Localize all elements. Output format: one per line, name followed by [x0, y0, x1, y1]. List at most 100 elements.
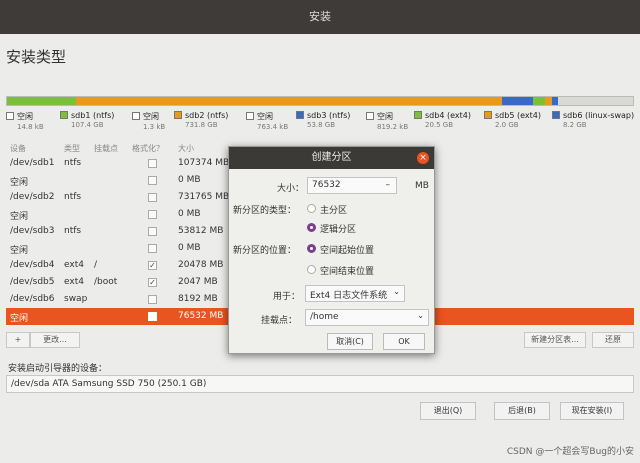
install-now-button[interactable]: 现在安装(I): [560, 402, 624, 420]
cell-type: ntfs: [64, 226, 82, 236]
back-button[interactable]: 后退(B): [494, 402, 550, 420]
cell-device: 空闲: [10, 246, 29, 256]
location-end-label: 空间结束位置: [320, 267, 375, 277]
use-as-select[interactable]: Ext4 日志文件系统 ⌄: [305, 285, 405, 302]
legend-item: sdb2 (ntfs) 731.8 GB: [174, 111, 228, 129]
legend-item: 空闲 14.8 kB: [6, 111, 44, 131]
chevron-down-icon: ⌄: [393, 287, 400, 296]
cell-type: ntfs: [64, 192, 82, 202]
legend-size: 14.8 kB: [17, 123, 44, 131]
cell-device: /dev/sdb1: [10, 158, 55, 168]
close-icon[interactable]: ×: [417, 152, 429, 164]
cell-device: 空闲: [10, 212, 29, 222]
cell-mount: /: [94, 260, 98, 270]
disk-legend: 空闲 14.8 kB sdb1 (ntfs) 107.4 GB 空闲 1.3 kB s…: [6, 111, 640, 145]
location-end-radio[interactable]: [307, 265, 316, 274]
format-checkbox[interactable]: [148, 159, 157, 168]
format-checkbox[interactable]: [148, 227, 157, 236]
dialog-title: 创建分区: [229, 147, 434, 169]
title-bar: 安装: [0, 0, 640, 34]
cell-size: 0 MB: [178, 175, 201, 185]
legend-swatch: [246, 112, 254, 120]
revert-button[interactable]: 还原: [592, 332, 634, 348]
legend-label: sdb4 (ext4): [425, 111, 471, 120]
installer-window: 安装 安装类型 空闲 14.8 kB sdb1 (ntfs) 107.4 GB 空闲…: [0, 0, 640, 463]
format-checkbox[interactable]: [148, 295, 157, 304]
mount-point-value: /home: [310, 312, 339, 322]
size-unit: MB: [415, 181, 429, 191]
cell-device: /dev/sdb3: [10, 226, 55, 236]
cell-size: 107374 MB: [178, 158, 230, 168]
legend-item: sdb6 (linux-swap) 8.2 GB: [552, 111, 634, 129]
cell-size: 8192 MB: [178, 294, 218, 304]
legend-swatch: [132, 112, 140, 120]
col-size: 大小: [178, 144, 194, 153]
window-title: 安装: [309, 10, 331, 23]
watermark-text: CSDN @一个超会写Bug的小安: [506, 447, 634, 457]
cell-device: 空闲: [10, 178, 29, 188]
add-partition-button[interactable]: +: [6, 332, 30, 348]
col-format: 格式化？: [132, 144, 164, 153]
format-checkbox[interactable]: [148, 210, 157, 219]
cell-device: /dev/sdb5: [10, 277, 55, 287]
legend-label: sdb2 (ntfs): [185, 111, 229, 120]
format-checkbox[interactable]: [148, 244, 157, 253]
cell-size: 76532 MB: [178, 311, 224, 321]
format-checkbox[interactable]: [148, 193, 157, 202]
cell-type: swap: [64, 294, 88, 304]
legend-size: 107.4 GB: [71, 121, 104, 129]
format-checkbox[interactable]: ✓: [148, 278, 157, 287]
legend-swatch: [174, 111, 182, 119]
primary-partition-radio[interactable]: [307, 204, 316, 213]
size-spin-button[interactable]: –: [386, 180, 391, 190]
seg-sdb3: [501, 97, 533, 105]
location-start-label: 空间起始位置: [320, 246, 375, 256]
col-type: 类型: [64, 144, 80, 153]
location-start-radio[interactable]: [307, 244, 316, 253]
legend-item: sdb5 (ext4) 2.0 GB: [484, 111, 541, 129]
legend-item: 空闲 819.2 kB: [366, 111, 408, 131]
legend-swatch: [296, 111, 304, 119]
legend-size: 763.4 kB: [257, 123, 289, 131]
cell-size: 53812 MB: [178, 226, 224, 236]
legend-swatch: [552, 111, 560, 119]
legend-size: 1.3 kB: [143, 123, 166, 131]
logical-partition-radio[interactable]: [307, 223, 316, 232]
new-partition-table-button[interactable]: 新建分区表...: [524, 332, 586, 348]
legend-item: 空闲 1.3 kB: [132, 111, 165, 131]
seg-sdb2: [75, 97, 502, 105]
legend-label: 空闲: [17, 112, 33, 121]
cell-size: 2047 MB: [178, 277, 218, 287]
mount-point-label: 挂载点：: [261, 316, 298, 326]
cell-device: /dev/sdb6: [10, 294, 55, 304]
cell-device: /dev/sdb4: [10, 260, 55, 270]
quit-button[interactable]: 退出(Q): [420, 402, 476, 420]
legend-label: 空闲: [377, 112, 393, 121]
format-checkbox[interactable]: ✓: [148, 261, 157, 270]
cancel-button[interactable]: 取消(C): [327, 333, 373, 350]
disk-usage-bar: [6, 96, 634, 106]
legend-size: 53.8 GB: [307, 121, 336, 129]
legend-swatch: [484, 111, 492, 119]
mount-point-combobox[interactable]: /home ⌄: [305, 309, 429, 326]
seg-sdb1: [7, 97, 76, 105]
cell-size: 0 MB: [178, 209, 201, 219]
legend-item: sdb4 (ext4) 20.5 GB: [414, 111, 471, 129]
legend-label: 空闲: [143, 112, 159, 121]
format-checkbox[interactable]: [148, 176, 157, 185]
chevron-down-icon[interactable]: ⌄: [417, 311, 424, 320]
legend-swatch: [6, 112, 14, 120]
cell-device: 空闲: [10, 314, 29, 324]
legend-swatch: [60, 111, 68, 119]
legend-item: sdb3 (ntfs) 53.8 GB: [296, 111, 350, 129]
ok-button[interactable]: OK: [383, 333, 425, 350]
legend-size: 819.2 kB: [377, 123, 409, 131]
bootloader-device-select[interactable]: /dev/sda ATA Samsung SSD 750 (250.1 GB): [6, 375, 634, 393]
cell-size: 731765 MB: [178, 192, 230, 202]
use-as-value: Ext4 日志文件系统: [310, 291, 388, 301]
seg-free: [557, 97, 633, 105]
change-partition-button[interactable]: 更改...: [30, 332, 80, 348]
format-checkbox[interactable]: [148, 312, 157, 321]
cell-type: ext4: [64, 277, 84, 287]
size-input[interactable]: 76532 –: [307, 177, 397, 194]
